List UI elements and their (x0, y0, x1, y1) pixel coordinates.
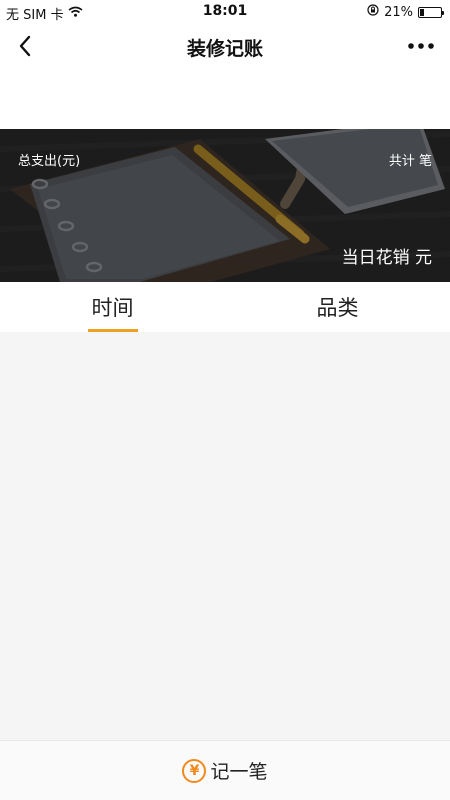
records-list-area[interactable] (0, 332, 450, 740)
summary-banner: 总支出(元) 共计 笔 当日花销 元 (0, 129, 450, 282)
bottom-bar: ¥ 记一笔 (0, 740, 450, 800)
status-bar: 无 SIM 卡 18:01 21% (0, 0, 450, 24)
record-count-text: 共计 笔 (388, 154, 432, 169)
page-title: 装修记账 (186, 38, 263, 60)
more-button[interactable] (406, 34, 436, 58)
tab-category[interactable]: 品类 (225, 282, 450, 332)
more-dots-icon (408, 43, 434, 49)
orientation-lock-icon (367, 4, 379, 20)
daily-spend-text: 当日花销 元 (341, 248, 432, 268)
tab-time[interactable]: 时间 (0, 282, 225, 332)
battery-percent: 21% (384, 4, 413, 20)
add-record-label: 记一笔 (210, 761, 268, 783)
yen-icon: ¥ (182, 758, 207, 783)
status-right: 21% (367, 4, 444, 20)
tab-time-label: 时间 (91, 296, 134, 320)
total-expense-label: 总支出(元) (18, 154, 81, 169)
nav-bar: 装修记账 (0, 24, 450, 68)
tab-category-label: 品类 (316, 296, 359, 320)
tab-bar: 时间 品类 (0, 282, 450, 332)
battery-icon (418, 6, 444, 18)
add-record-button[interactable]: ¥ 记一笔 (182, 757, 268, 784)
battery-level (420, 8, 425, 16)
